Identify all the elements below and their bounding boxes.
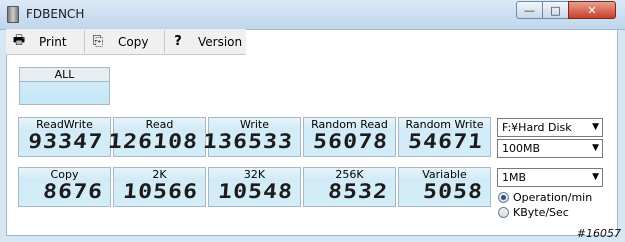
radio-operation-label: Operation/min (513, 190, 593, 204)
random-write-panel[interactable]: Random Write 54671 (398, 117, 491, 157)
all-button[interactable]: ALL (19, 67, 110, 105)
2k-value: 10566 (121, 179, 199, 203)
copy-icon: ⎘ (92, 34, 104, 49)
2k-panel[interactable]: 2K 10566 (113, 167, 206, 207)
32k-panel[interactable]: 32K 10548 (208, 167, 301, 207)
256k-value: 8532 (327, 179, 389, 203)
block-size-select-value: 1MB (502, 171, 527, 184)
block-size-select[interactable]: 1MB ▼ (497, 168, 603, 187)
drive-select-value: F:¥Hard Disk (502, 121, 572, 134)
radio-selected[interactable] (498, 191, 509, 203)
window-title: FDBENCH (26, 7, 85, 21)
test-size-select[interactable]: 100MB ▼ (497, 139, 603, 158)
print-button[interactable]: 🖶 Print (6, 30, 85, 53)
variable-value: 5058 (422, 179, 484, 203)
radio-kbyte-label: KByte/Sec (513, 205, 569, 219)
copy-label: Copy (118, 34, 149, 49)
read-panel[interactable]: Read 126108 (107, 117, 206, 157)
close-button[interactable]: ✕ (568, 1, 616, 19)
watermark: #16057 (576, 227, 621, 240)
test-size-select-value: 100MB (502, 142, 541, 155)
random-write-value: 54671 (406, 129, 484, 153)
variable-panel[interactable]: Variable 5058 (398, 167, 491, 207)
write-panel[interactable]: Write 136533 (202, 117, 301, 157)
printer-icon: 🖶 (12, 32, 26, 48)
write-value: 136533 (202, 129, 294, 153)
chevron-down-icon: ▼ (592, 122, 599, 132)
question-icon: ? (174, 34, 182, 49)
radio-kbyte-per-sec[interactable]: KByte/Sec (498, 205, 569, 219)
drive-select[interactable]: F:¥Hard Disk ▼ (497, 118, 603, 137)
minimize-button[interactable]: — (516, 1, 543, 19)
title-bar: FDBENCH — □ ✕ (0, 0, 625, 30)
readwrite-panel[interactable]: ReadWrite 93347 (18, 117, 111, 157)
chevron-down-icon: ▼ (592, 143, 599, 153)
random-read-value: 56078 (311, 129, 389, 153)
copy-panel[interactable]: Copy 8676 (18, 167, 111, 207)
read-value: 126108 (107, 129, 199, 153)
toolbar: 🖶 Print ⎘ Copy ? Version (6, 29, 246, 55)
print-label: Print (39, 34, 67, 49)
readwrite-value: 93347 (26, 129, 104, 153)
all-label: ALL (20, 68, 109, 82)
copy-button[interactable]: ⎘ Copy (85, 30, 165, 53)
copy-test-value: 8676 (42, 179, 104, 203)
chevron-down-icon: ▼ (592, 172, 599, 182)
radio-unselected[interactable] (498, 206, 509, 218)
maximize-button[interactable]: □ (542, 1, 569, 19)
32k-value: 10548 (216, 179, 294, 203)
radio-operation-per-min[interactable]: Operation/min (498, 190, 592, 204)
version-button[interactable]: ? Version (165, 30, 246, 53)
version-label: Version (198, 34, 243, 49)
random-read-panel[interactable]: Random Read 56078 (303, 117, 396, 157)
256k-panel[interactable]: 256K 8532 (303, 167, 396, 207)
app-icon (7, 6, 19, 23)
